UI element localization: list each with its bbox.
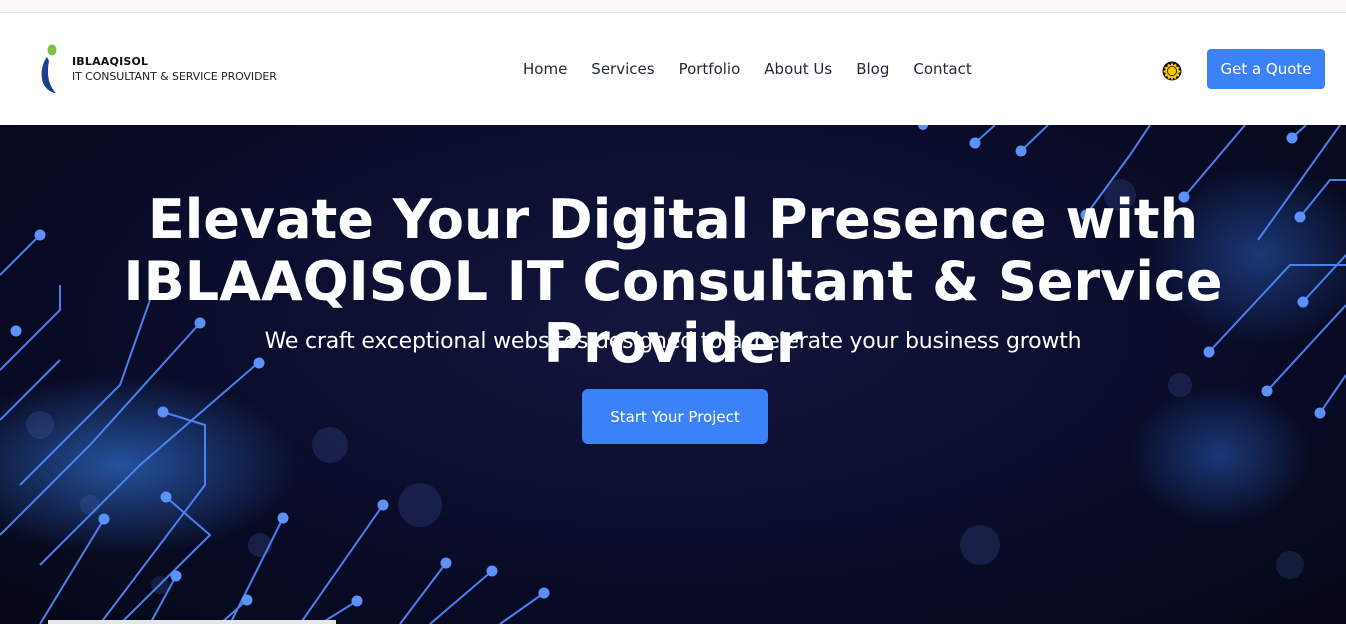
nav-home[interactable]: Home <box>511 60 579 78</box>
nav-blog[interactable]: Blog <box>844 60 901 78</box>
nav-contact[interactable]: Contact <box>901 60 983 78</box>
get-a-quote-button[interactable]: Get a Quote <box>1207 49 1325 89</box>
hero-section: Elevate Your Digital Presence with IBLAA… <box>0 125 1346 624</box>
brand-logo[interactable]: IBLAAQISOL IT CONSULTANT & SERVICE PROVI… <box>38 43 298 99</box>
sun-icon <box>1162 61 1182 81</box>
next-section-peek <box>48 620 336 624</box>
hero-subtitle: We craft exceptional websites designed t… <box>264 329 1082 354</box>
nav-services[interactable]: Services <box>579 60 666 78</box>
brand-name: IBLAAQISOL <box>72 55 149 68</box>
theme-toggle-button[interactable] <box>1160 59 1184 83</box>
nav-about-us[interactable]: About Us <box>752 60 844 78</box>
start-your-project-button[interactable]: Start Your Project <box>582 389 768 444</box>
hero-title-line-2: IBLAAQISOL IT Consultant & Service Provi… <box>123 250 1223 375</box>
main-nav: Home Services Portfolio About Us Blog Co… <box>511 60 984 78</box>
person-i-logo-icon <box>41 44 57 93</box>
brand-tagline: IT CONSULTANT & SERVICE PROVIDER <box>72 70 277 83</box>
top-strip <box>0 0 1346 13</box>
hero-title-line-1: Elevate Your Digital Presence with <box>147 188 1199 251</box>
site-header: IBLAAQISOL IT CONSULTANT & SERVICE PROVI… <box>0 13 1346 125</box>
nav-portfolio[interactable]: Portfolio <box>667 60 753 78</box>
